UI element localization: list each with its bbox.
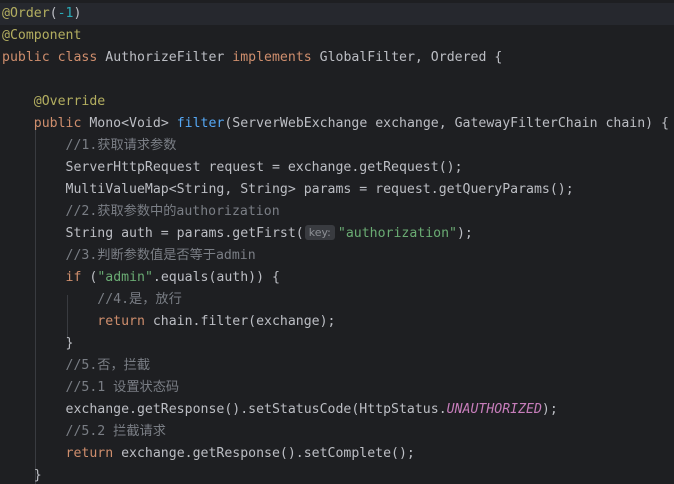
code-line[interactable]: //5.否，拦截 bbox=[2, 355, 151, 377]
keyword: return bbox=[65, 446, 114, 461]
code-line[interactable]: //2.获取参数中的authorization bbox=[2, 201, 280, 223]
method-name: filter bbox=[176, 116, 225, 131]
code-line[interactable]: //5.1 设置状态码 bbox=[2, 377, 180, 399]
code-line[interactable]: @Override bbox=[2, 91, 105, 113]
keyword: return bbox=[97, 314, 145, 329]
code-text: chain.filter(exchange); bbox=[144, 314, 336, 329]
code-text: .equals(auth)) { bbox=[152, 270, 280, 285]
comment: //5.2 拦截请求 bbox=[65, 424, 166, 439]
code-line[interactable]: //1.获取请求参数 bbox=[2, 135, 177, 157]
string-literal: "authorization" bbox=[337, 226, 457, 241]
code-text: exchange.getResponse().setComplete(); bbox=[113, 446, 415, 461]
code-line[interactable]: public Mono<Void> filter(ServerWebExchan… bbox=[2, 113, 669, 135]
annotation: @Component bbox=[2, 28, 82, 43]
punctuation: ( bbox=[49, 6, 58, 21]
code-text: exchange.getResponse().setStatusCode(Htt… bbox=[65, 402, 447, 417]
code-line[interactable]: return exchange.getResponse().setComplet… bbox=[2, 443, 415, 465]
parameter-hint: key: bbox=[304, 225, 335, 240]
code-text: } bbox=[33, 468, 42, 483]
code-text: (ServerWebExchange exchange, GatewayFilt… bbox=[224, 116, 669, 131]
code-line[interactable]: MultiValueMap<String, String> params = r… bbox=[2, 179, 574, 201]
code-line[interactable]: ServerHttpRequest request = exchange.get… bbox=[2, 157, 463, 179]
code-text: ( bbox=[81, 270, 98, 285]
code-line[interactable]: @Order(-1) bbox=[0, 3, 674, 25]
type-name: Mono<Void> bbox=[89, 116, 169, 131]
code-text: GlobalFilter, Ordered { bbox=[319, 50, 503, 65]
code-line[interactable]: //4.是，放行 bbox=[2, 289, 182, 311]
comment: //4.是，放行 bbox=[97, 292, 182, 307]
code-text: ); bbox=[541, 402, 558, 417]
code-text: } bbox=[65, 336, 74, 351]
comment: //3.判断参数值是否等于admin bbox=[65, 248, 256, 263]
comment: //2.获取参数中的authorization bbox=[65, 204, 280, 219]
code-line[interactable]: public class AuthorizeFilter implements … bbox=[2, 47, 502, 69]
punctuation: ) bbox=[73, 6, 82, 21]
code-text: ServerHttpRequest request = exchange.get… bbox=[65, 160, 463, 175]
comment: //5.1 设置状态码 bbox=[65, 380, 180, 395]
code-text: ); bbox=[456, 226, 473, 241]
code-line[interactable]: //3.判断参数值是否等于admin bbox=[2, 245, 256, 267]
code-line[interactable]: exchange.getResponse().setStatusCode(Htt… bbox=[2, 399, 558, 421]
keyword: if bbox=[65, 270, 82, 285]
keyword: public bbox=[2, 50, 50, 65]
number-literal: -1 bbox=[57, 6, 74, 21]
string-literal: "admin" bbox=[97, 270, 153, 285]
annotation: @Order bbox=[2, 6, 50, 21]
code-line[interactable]: } bbox=[2, 333, 74, 355]
code-line[interactable]: @Component bbox=[2, 25, 81, 47]
enum-constant: UNAUTHORIZED bbox=[446, 402, 542, 417]
code-line[interactable]: //5.2 拦截请求 bbox=[2, 421, 166, 443]
code-line[interactable]: } bbox=[2, 465, 42, 484]
keyword: implements bbox=[232, 50, 312, 65]
code-line[interactable]: return chain.filter(exchange); bbox=[2, 311, 335, 333]
code-editor[interactable]: @Order(-1) @Component public class Autho… bbox=[0, 0, 674, 484]
code-text: String auth = params.getFirst( bbox=[65, 226, 304, 241]
annotation: @Override bbox=[33, 94, 106, 109]
keyword: class bbox=[57, 50, 98, 65]
comment: //1.获取请求参数 bbox=[65, 138, 177, 153]
code-text: MultiValueMap<String, String> params = r… bbox=[65, 182, 574, 197]
code-line[interactable]: if ("admin".equals(auth)) { bbox=[2, 267, 280, 289]
code-line[interactable]: String auth = params.getFirst(key: "autho… bbox=[2, 223, 473, 245]
comment: //5.否，拦截 bbox=[65, 358, 151, 373]
keyword: public bbox=[33, 116, 82, 131]
class-name: AuthorizeFilter bbox=[105, 50, 225, 65]
